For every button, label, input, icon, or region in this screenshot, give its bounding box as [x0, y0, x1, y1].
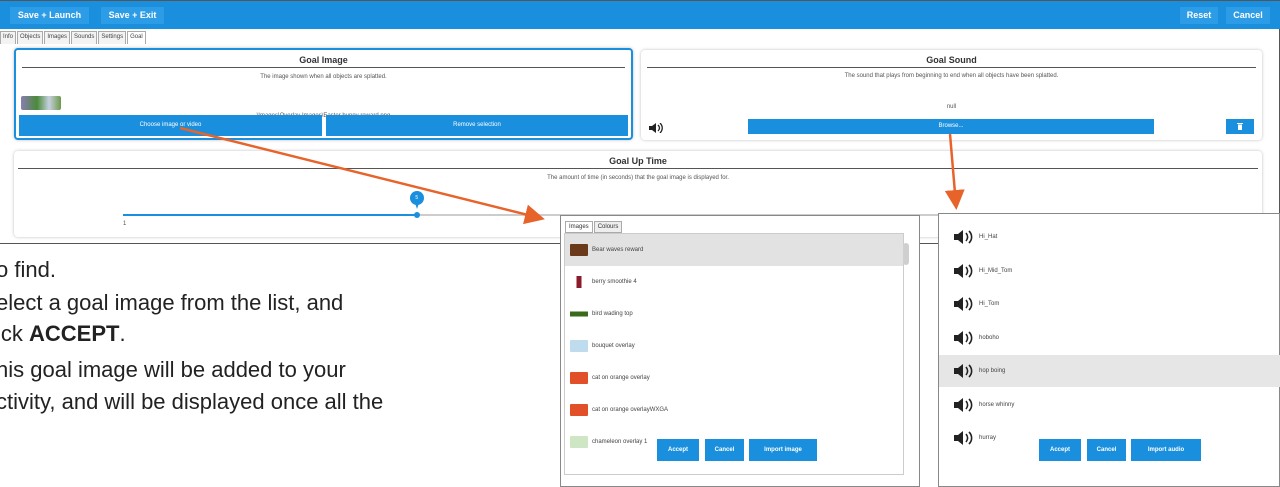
speaker-icon	[953, 230, 975, 244]
slider-thumb[interactable]: 5	[409, 191, 424, 218]
image-thumbnail	[570, 308, 588, 320]
doc-line-1: o find.	[0, 257, 56, 282]
list-item-label: horse whinny	[979, 401, 1015, 408]
cancel-button[interactable]: Cancel	[1226, 7, 1270, 24]
speaker-icon[interactable]	[649, 120, 663, 134]
tab-sounds[interactable]: Sounds	[71, 31, 98, 44]
image-list-scrollbar[interactable]	[903, 243, 909, 265]
tab-info[interactable]: Info	[0, 31, 17, 44]
list-item[interactable]: hoboho	[939, 322, 1280, 354]
remove-selection-button[interactable]: Remove selection	[326, 115, 628, 136]
doc-line-4: his goal image will be added to your	[0, 357, 346, 382]
list-item[interactable]: berry smoothie 4	[565, 266, 903, 298]
goal-sound-desc: The sound that plays from beginning to e…	[844, 73, 1059, 79]
list-item[interactable]: bird wading top	[565, 298, 903, 330]
image-accept-button[interactable]: Accept	[657, 439, 699, 461]
doc-accept-bold: ACCEPT	[29, 321, 120, 346]
save-exit-button[interactable]: Save + Exit	[101, 7, 164, 24]
tab-images-picker[interactable]: Images	[565, 221, 593, 233]
image-thumbnail	[570, 276, 588, 288]
goal-sound-rule	[647, 67, 1256, 68]
goal-up-time-desc: The amount of time (in seconds) that the…	[547, 175, 729, 181]
reset-button[interactable]: Reset	[1180, 7, 1218, 24]
top-toolbar: Save + Launch Save + Exit Reset Cancel	[0, 1, 1280, 29]
list-item-label: Bear waves reward	[592, 247, 644, 253]
image-picker-tabs: Images Colours	[565, 221, 623, 233]
list-item-label: Hi_Mid_Tom	[979, 267, 1013, 274]
browse-button[interactable]: Browse...	[748, 119, 1154, 134]
import-image-button[interactable]: Import image	[749, 439, 817, 461]
list-item-label: hurray	[979, 435, 997, 441]
slider-knob	[413, 212, 420, 218]
slider-fill	[123, 214, 417, 216]
doc-line-2: elect a goal image from the list, and	[0, 290, 344, 315]
sound-accept-button[interactable]: Accept	[1039, 439, 1081, 461]
goal-sound-panel: Goal Sound The sound that plays from beg…	[641, 50, 1262, 140]
image-thumbnail	[570, 340, 588, 352]
sound-list: Hi_Hat Hi_Mid_Tom Hi_Tomhoboho hop boing hor…	[939, 221, 1280, 461]
list-item[interactable]: cat on orange overlay	[565, 362, 903, 394]
doc-line-3-pre: ick	[0, 321, 23, 346]
list-item-label: hoboho	[979, 334, 1000, 341]
goal-image-thumbnail	[21, 96, 61, 110]
doc-line-3: ick ACCEPT.	[0, 321, 126, 347]
list-item[interactable]: Hi_Hat	[939, 221, 1280, 253]
list-item[interactable]: Hi_Tom	[939, 288, 1280, 320]
sound-cancel-button[interactable]: Cancel	[1087, 439, 1126, 461]
list-item-label: hop boing	[979, 368, 1006, 374]
list-item-label: bird wading top	[592, 311, 633, 317]
slider-pin-tail	[414, 203, 419, 209]
goal-up-time-rule	[18, 168, 1258, 169]
tab-colours-picker[interactable]: Colours	[593, 221, 623, 233]
list-item[interactable]: Bear waves reward	[565, 234, 903, 266]
image-thumbnail	[570, 372, 588, 384]
list-item-label: cat on orange overlay	[592, 375, 650, 381]
tab-goal[interactable]: Goal	[127, 31, 146, 44]
speaker-icon	[953, 330, 975, 345]
trash-icon	[1237, 122, 1243, 130]
doc-line-3-post: .	[119, 321, 126, 346]
save-launch-button[interactable]: Save + Launch	[10, 7, 89, 24]
goal-image-desc: The image shown when all objects are spl…	[260, 74, 387, 80]
tab-bar: Info Objects Images Sounds Settings Goal	[0, 31, 147, 44]
goal-image-title: Goal Image	[299, 55, 348, 65]
tab-images[interactable]: Images	[44, 31, 71, 44]
list-item[interactable]: horse whinny	[939, 389, 1280, 421]
speaker-icon	[953, 397, 975, 412]
list-item-label: Hi_Tom	[979, 301, 1000, 307]
list-item-label: chameleon overlay 1	[592, 439, 648, 445]
delete-sound-button[interactable]	[1226, 119, 1254, 134]
goal-sound-title: Goal Sound	[926, 55, 977, 65]
tab-settings[interactable]: Settings	[98, 31, 127, 44]
image-cancel-button[interactable]: Cancel	[705, 439, 744, 461]
list-item-label: bouquet overlay	[592, 343, 635, 349]
image-thumbnail	[570, 436, 588, 448]
goal-image-rule	[22, 67, 625, 68]
list-item[interactable]: cat on orange overlayWXGA	[565, 394, 903, 426]
goal-up-time-title: Goal Up Time	[609, 156, 667, 166]
image-thumbnail	[570, 244, 588, 256]
choose-image-button[interactable]: Choose image or video	[19, 115, 322, 136]
list-item[interactable]: hop boing	[939, 355, 1280, 387]
goal-image-panel: Goal Image The image shown when all obje…	[14, 48, 633, 140]
list-item[interactable]: Hi_Mid_Tom	[939, 255, 1280, 287]
list-item-label: berry smoothie 4	[592, 279, 637, 285]
speaker-icon	[953, 364, 975, 378]
list-item-label: Hi_Hat	[979, 234, 998, 240]
image-thumbnail	[570, 404, 588, 416]
list-item-label: cat on orange overlayWXGA	[592, 407, 669, 413]
goal-sound-value: null	[946, 104, 957, 110]
list-item[interactable]: bouquet overlay	[565, 330, 903, 362]
slider-min-label: 1	[123, 221, 127, 227]
tab-objects[interactable]: Objects	[17, 31, 44, 44]
speaker-icon	[953, 297, 975, 311]
speaker-icon	[953, 431, 975, 445]
import-audio-button[interactable]: Import audio	[1131, 439, 1201, 461]
doc-line-5: ctivity, and will be displayed once all …	[0, 389, 384, 414]
app-window: Save + Launch Save + Exit Reset Cancel I…	[0, 0, 1280, 244]
speaker-icon	[953, 263, 975, 278]
